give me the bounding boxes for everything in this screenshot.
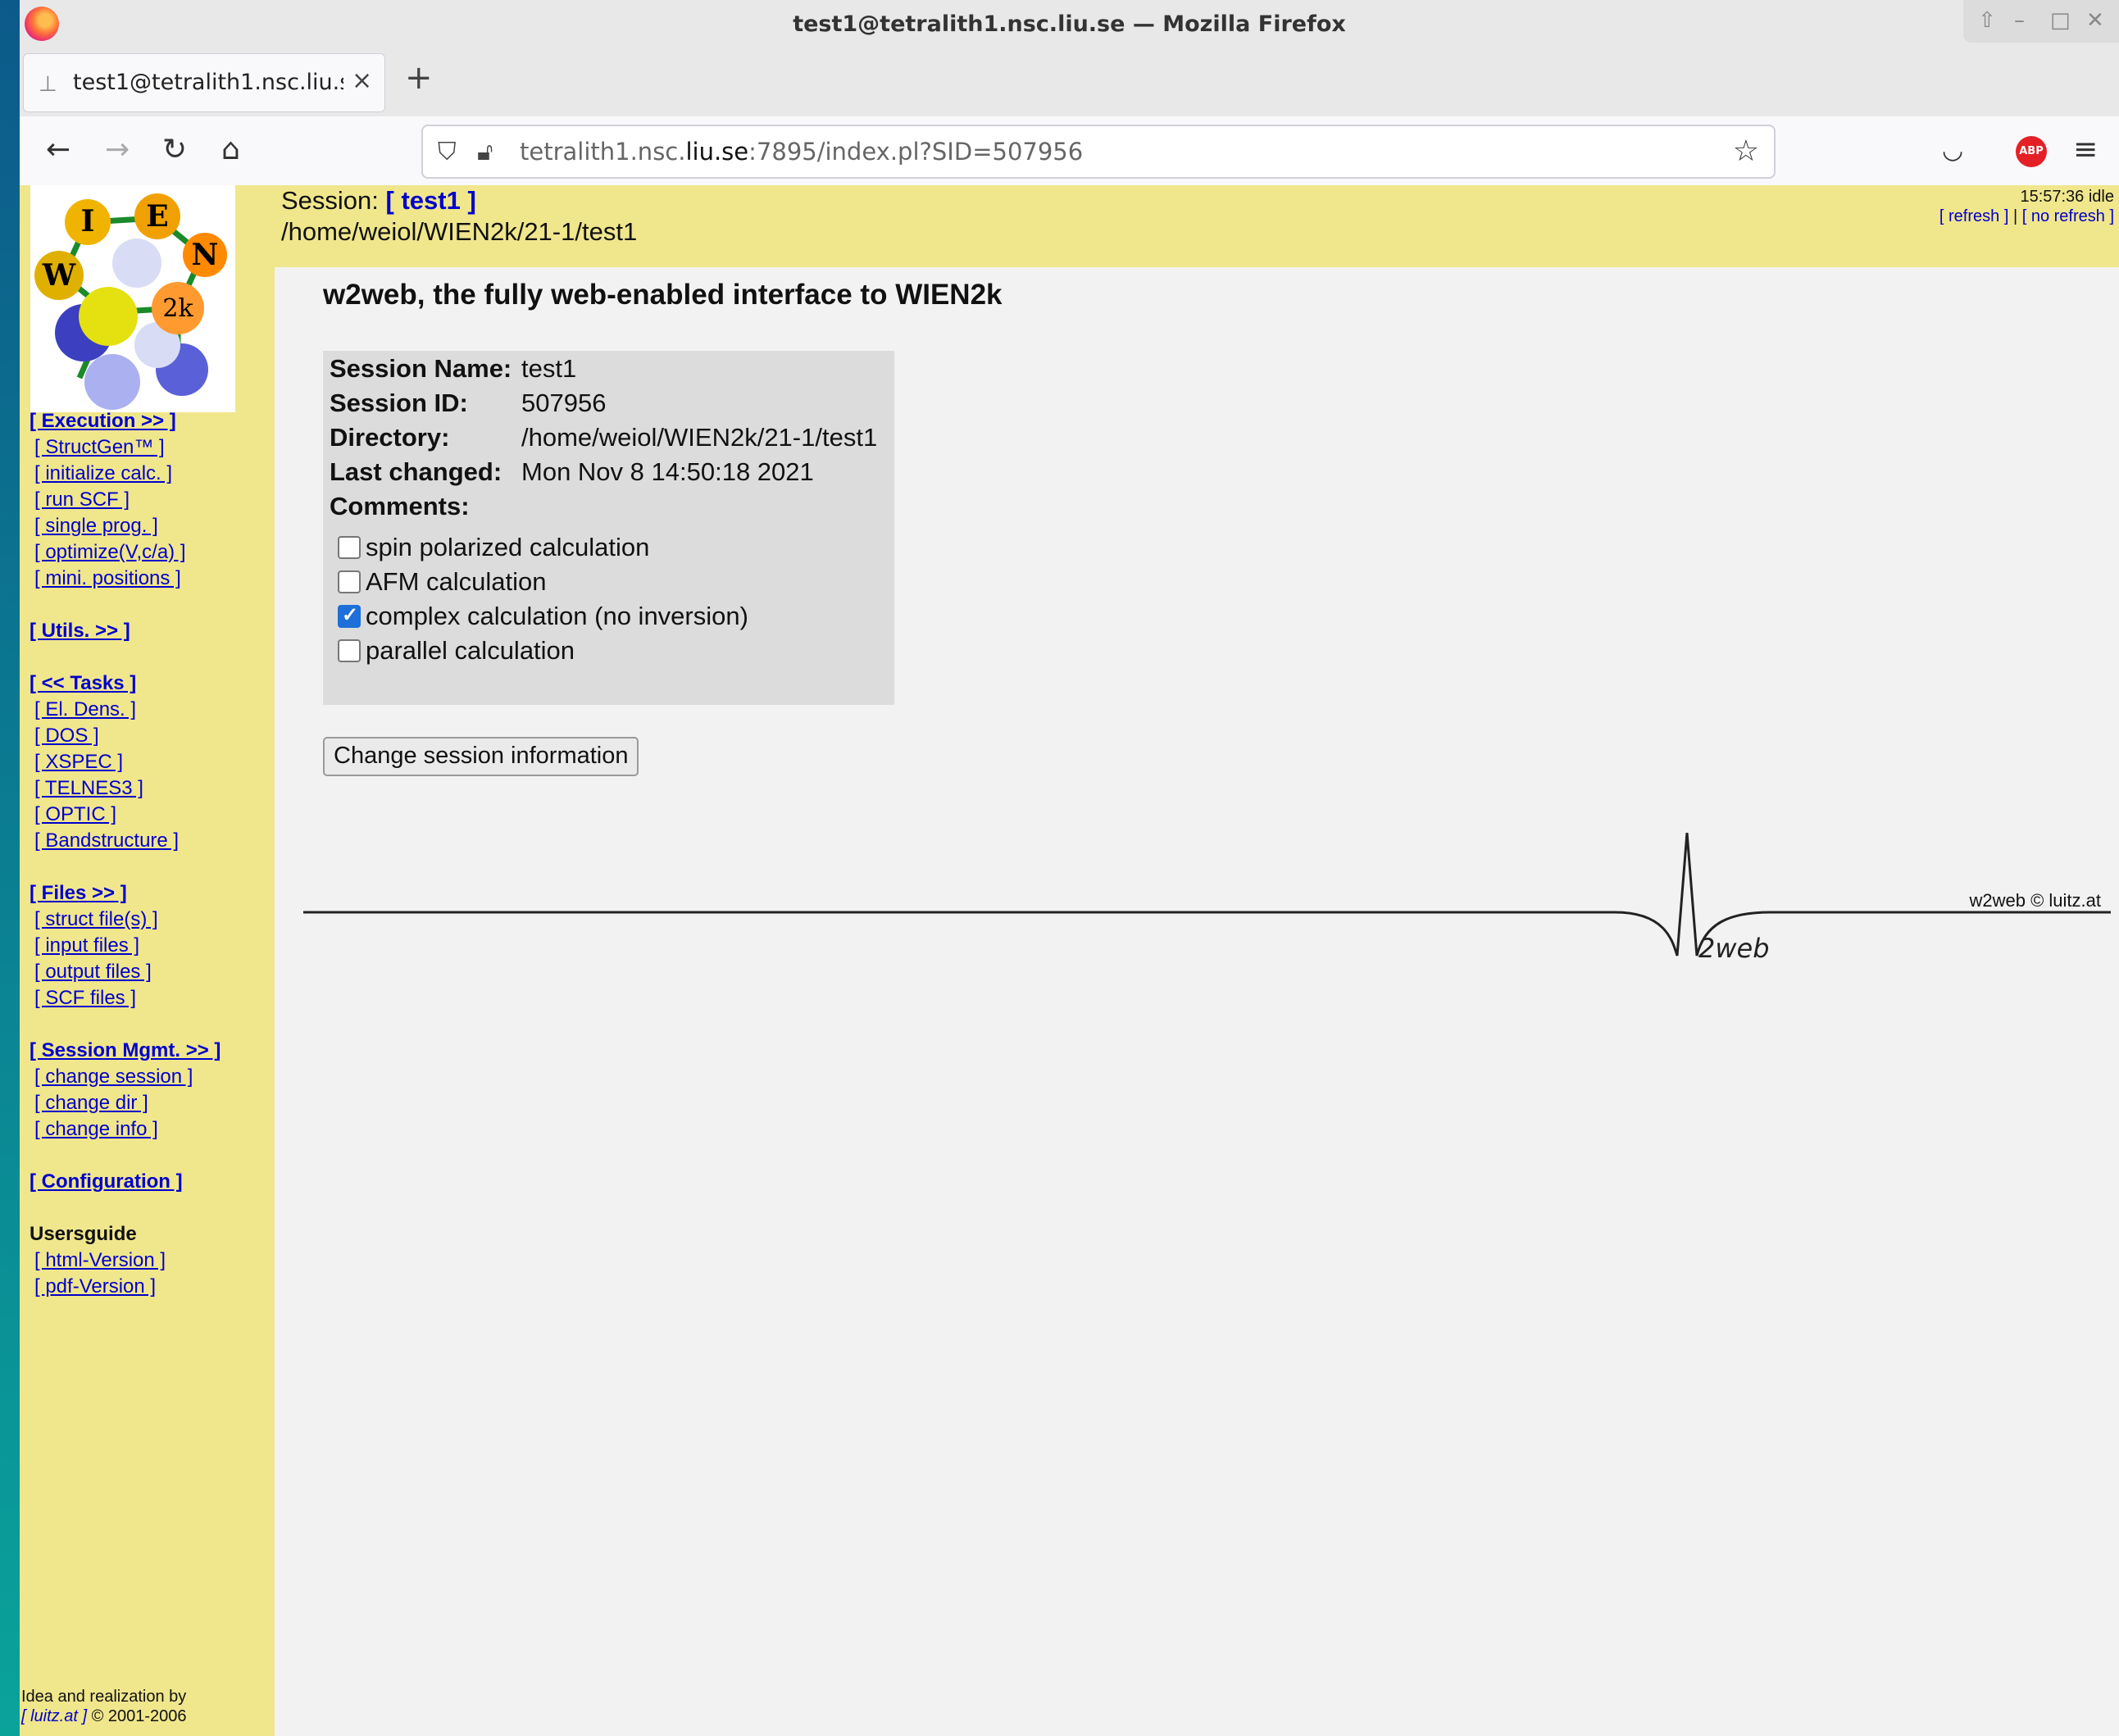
- menu-scf-files[interactable]: [ SCF files ]: [30, 985, 275, 1011]
- refresh-link[interactable]: [ refresh ]: [1939, 207, 2008, 225]
- menu-optimize[interactable]: [ optimize(V,c/a) ]: [30, 539, 275, 566]
- menu-struct-files[interactable]: [ struct file(s) ]: [30, 907, 275, 933]
- w2web-footer-logo: 2web: [303, 833, 2111, 964]
- logo-letter-e: E: [146, 199, 168, 234]
- back-icon[interactable]: ←: [46, 133, 70, 166]
- field-comments: Comments:: [330, 492, 470, 520]
- new-tab-button[interactable]: +: [405, 59, 433, 97]
- tab-close-icon[interactable]: ×: [352, 66, 372, 95]
- no-refresh-link[interactable]: [ no refresh ]: [2022, 207, 2114, 225]
- session-link[interactable]: [ test1 ]: [386, 186, 476, 215]
- logo-letter-i: I: [81, 204, 95, 239]
- menu-change-info[interactable]: [ change info ]: [30, 1116, 275, 1143]
- title-bar: test1@tetralith1.nsc.liu.se — Mozilla Fi…: [20, 0, 2119, 48]
- maximize-icon[interactable]: □: [2050, 8, 2071, 33]
- close-window-icon[interactable]: ✕: [2086, 8, 2104, 33]
- menu-html-version[interactable]: [ html-Version ]: [30, 1247, 275, 1274]
- menu-input-files[interactable]: [ input files ]: [30, 933, 275, 959]
- menu-single-prog[interactable]: [ single prog. ]: [30, 513, 275, 539]
- reload-icon[interactable]: ↻: [162, 133, 187, 166]
- checkbox-complex[interactable]: complex calculation (no inversion): [338, 602, 748, 631]
- session-header: Session: [ test1 ] /home/weiol/WIEN2k/21…: [275, 185, 2119, 267]
- menu-telnes3[interactable]: [ TELNES3 ]: [30, 775, 275, 802]
- adblock-icon[interactable]: ABP: [2016, 136, 2047, 167]
- status-clock: 15:57:36 idle [ refresh ] | [ no refresh…: [1939, 188, 2114, 225]
- menu-configuration[interactable]: [ Configuration ]: [30, 1169, 275, 1195]
- sidebar-menu: [ Execution >> ] [ StructGen™ ] [ initia…: [30, 408, 275, 1300]
- pocket-icon[interactable]: ◡: [1942, 136, 1963, 165]
- menu-run-scf[interactable]: [ run SCF ]: [30, 487, 275, 513]
- menu-change-session[interactable]: [ change session ]: [30, 1064, 275, 1090]
- field-directory: Directory:/home/weiol/WIEN2k/21-1/test1: [330, 423, 878, 452]
- shade-icon[interactable]: ⇧: [1978, 8, 1996, 33]
- idle-time: 15:57:36 idle: [2020, 188, 2114, 206]
- url-bar[interactable]: ⛉ 🔓︎ tetralith1.nsc.liu.se:7895/index.pl…: [421, 125, 1776, 179]
- checkbox-spin-polarized[interactable]: spin polarized calculation: [338, 533, 649, 562]
- logo-letter-w: W: [42, 258, 76, 293]
- checkbox-box-checked[interactable]: [338, 603, 361, 628]
- menu-utils[interactable]: [ Utils. >> ]: [30, 618, 275, 644]
- menu-icon[interactable]: ≡: [2073, 133, 2098, 166]
- home-icon[interactable]: ⌂: [221, 133, 240, 166]
- desktop-edge: [0, 0, 20, 1736]
- logo-letter-n: N: [192, 238, 219, 272]
- bookmark-star-icon[interactable]: ☆: [1733, 134, 1759, 168]
- field-session-name: Session Name: test1: [330, 354, 577, 383]
- menu-mini-positions[interactable]: [ mini. positions ]: [30, 566, 275, 592]
- session-label: Session:: [281, 186, 379, 215]
- browser-window: test1@tetralith1.nsc.liu.se — Mozilla Fi…: [20, 0, 2119, 1736]
- shield-icon[interactable]: ⛉: [438, 138, 457, 166]
- menu-files[interactable]: [ Files >> ]: [30, 880, 275, 907]
- menu-initialize[interactable]: [ initialize calc. ]: [30, 461, 275, 487]
- session-info-box: Session Name: test1 Session ID: 507956 Dir…: [323, 351, 894, 705]
- logo-letter-2k: 2k: [162, 294, 193, 323]
- navigation-toolbar: ← → ↻ ⌂ ⛉ 🔓︎ tetralith1.nsc.liu.se:7895/…: [20, 116, 2119, 187]
- sidebar: I E W N 2k [ Execution >> ] [ StructGen™…: [20, 185, 275, 1736]
- insecure-lock-icon[interactable]: 🔓︎: [477, 138, 493, 166]
- checkbox-box[interactable]: [338, 639, 361, 662]
- page-content: I E W N 2k [ Execution >> ] [ StructGen™…: [20, 185, 2119, 1736]
- main-panel: w2web, the fully web-enabled interface t…: [294, 267, 2119, 1734]
- menu-xspec[interactable]: [ XSPEC ]: [30, 749, 275, 775]
- menu-change-dir[interactable]: [ change dir ]: [30, 1090, 275, 1116]
- window-title: test1@tetralith1.nsc.liu.se — Mozilla Fi…: [793, 11, 1346, 37]
- window-controls: ⇧ – □ ✕: [1963, 0, 2119, 43]
- menu-execution[interactable]: [ Execution >> ]: [30, 408, 275, 434]
- session-info: Session: [ test1 ] /home/weiol/WIEN2k/21…: [281, 185, 637, 248]
- page-favicon-icon: ⊥: [39, 72, 57, 97]
- checkbox-afm[interactable]: AFM calculation: [338, 567, 547, 597]
- sidebar-credits: Idea and realization by [ luitz.at ] © 2…: [21, 1687, 187, 1726]
- change-session-info-button[interactable]: Change session information: [323, 737, 639, 776]
- w2web-logo-text: 2web: [1698, 933, 1770, 964]
- menu-bandstructure[interactable]: [ Bandstructure ]: [30, 828, 275, 854]
- checkbox-box[interactable]: [338, 570, 361, 593]
- tab-strip: ⊥ test1@tetralith1.nsc.liu.se × +: [20, 48, 2119, 116]
- menu-optic[interactable]: [ OPTIC ]: [30, 802, 275, 828]
- tab-active[interactable]: ⊥ test1@tetralith1.nsc.liu.se ×: [23, 53, 385, 112]
- forward-icon[interactable]: →: [105, 133, 130, 166]
- tab-title: test1@tetralith1.nsc.liu.se: [73, 70, 343, 95]
- menu-dos[interactable]: [ DOS ]: [30, 723, 275, 749]
- page-title: w2web, the fully web-enabled interface t…: [323, 279, 1003, 311]
- minimize-icon[interactable]: –: [2014, 8, 2025, 33]
- menu-usersguide-heading: Usersguide: [30, 1223, 137, 1245]
- field-session-id: Session ID: 507956: [330, 389, 607, 417]
- credits-year: © 2001-2006: [91, 1707, 187, 1725]
- url-text[interactable]: tetralith1.nsc.liu.se:7895/index.pl?SID=…: [520, 138, 1083, 166]
- menu-structgen[interactable]: [ StructGen™ ]: [30, 434, 275, 461]
- wien2k-logo: I E W N 2k: [30, 185, 235, 412]
- field-last-changed: Last changed: Mon Nov 8 14:50:18 2021: [330, 457, 814, 486]
- session-path: /home/weiol/WIEN2k/21-1/test1: [281, 217, 638, 246]
- menu-session-mgmt[interactable]: [ Session Mgmt. >> ]: [30, 1038, 275, 1064]
- copyright: w2web © luitz.at: [1969, 890, 2102, 911]
- checkbox-parallel[interactable]: parallel calculation: [338, 636, 575, 666]
- menu-pdf-version[interactable]: [ pdf-Version ]: [30, 1274, 275, 1300]
- checkbox-box[interactable]: [338, 536, 361, 559]
- menu-tasks[interactable]: [ << Tasks ]: [30, 670, 275, 697]
- menu-el-dens[interactable]: [ El. Dens. ]: [30, 697, 275, 723]
- credits-text: Idea and realization by: [21, 1688, 187, 1706]
- luitz-link[interactable]: [ luitz.at ]: [21, 1707, 87, 1725]
- menu-output-files[interactable]: [ output files ]: [30, 959, 275, 985]
